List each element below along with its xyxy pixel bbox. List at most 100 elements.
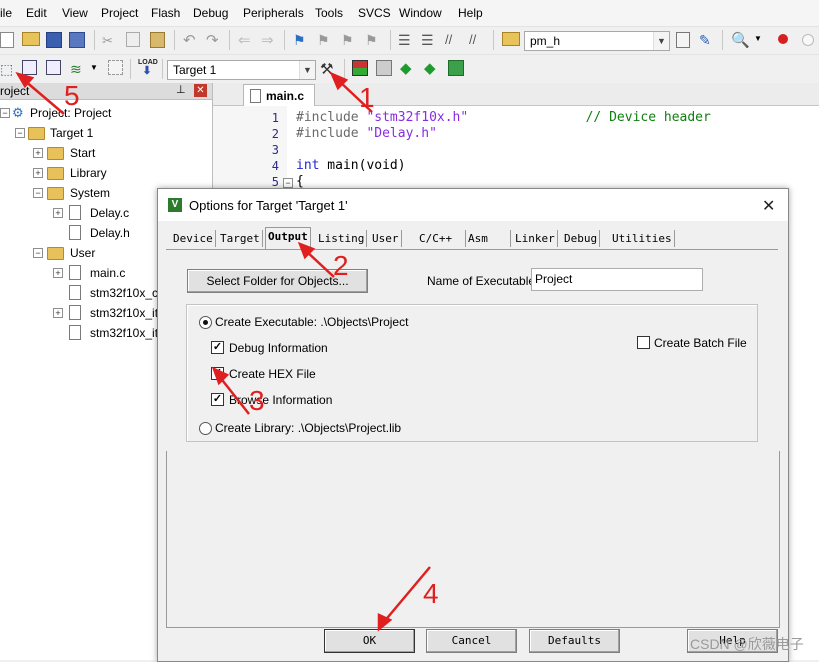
tree-file-delay-h[interactable]: Delay.h <box>90 226 130 240</box>
tab-c-cpp[interactable]: C/C++ <box>417 230 466 247</box>
new-file-icon[interactable] <box>0 32 14 48</box>
tab-linker[interactable]: Linker <box>513 230 558 247</box>
tree-group-start[interactable]: Start <box>70 146 95 160</box>
rebuild-icon[interactable] <box>46 60 61 75</box>
manage-rte-icon[interactable]: ◆ <box>400 59 416 77</box>
cut-icon[interactable]: ✂ <box>102 33 118 49</box>
fold-icon[interactable]: − <box>283 178 293 188</box>
unindent-icon[interactable]: ☰ <box>421 32 437 48</box>
create-executable-radio[interactable] <box>199 316 212 329</box>
browse-info-checkbox[interactable]: ✓ <box>211 393 224 406</box>
tab-device[interactable]: Device <box>171 230 216 247</box>
pack-installer-icon[interactable]: ◆ <box>424 59 440 77</box>
collapse-icon[interactable]: − <box>15 128 25 138</box>
find-icon[interactable] <box>676 32 690 48</box>
code-line-4[interactable]: int main(void) <box>296 158 406 173</box>
download-load-icon[interactable]: LOAD ⬇ <box>138 58 158 78</box>
collapse-icon[interactable]: − <box>33 248 43 258</box>
close-icon[interactable]: ✕ <box>762 196 775 216</box>
prev-bookmark-icon[interactable]: ⚑ <box>317 32 333 48</box>
tab-target[interactable]: Target <box>218 230 263 247</box>
tab-user[interactable]: User <box>370 230 402 247</box>
disable-breakpoint-icon[interactable] <box>802 34 814 46</box>
code-line-5[interactable]: { <box>296 174 304 189</box>
build-icon[interactable] <box>22 60 37 75</box>
code-line-2[interactable]: #include "Delay.h" <box>296 126 437 141</box>
redo-icon[interactable]: ↷ <box>206 31 222 49</box>
translate-icon[interactable]: ⬚ <box>0 61 16 77</box>
menu-svcs[interactable]: SVCS <box>358 6 391 20</box>
tab-asm[interactable]: Asm <box>466 230 511 247</box>
nav-forward-icon[interactable]: ⇒ <box>261 31 277 49</box>
menu-flash[interactable]: Flash <box>151 6 180 20</box>
chevron-down-icon[interactable]: ▼ <box>299 61 315 79</box>
create-batch-checkbox[interactable] <box>637 336 650 349</box>
breakpoint-icon[interactable] <box>778 34 788 44</box>
incremental-find-icon[interactable]: ✎ <box>699 32 715 48</box>
menu-view[interactable]: View <box>62 6 88 20</box>
menu-help[interactable]: Help <box>458 6 483 20</box>
tree-group-user[interactable]: User <box>70 246 95 260</box>
menu-tools[interactable]: Tools <box>315 6 343 20</box>
chevron-down-icon[interactable]: ▼ <box>653 32 669 50</box>
menu-file[interactable]: ile <box>0 6 12 20</box>
tree-group-library[interactable]: Library <box>70 166 107 180</box>
cancel-button[interactable]: Cancel <box>426 629 517 653</box>
name-exec-input[interactable]: Project <box>531 268 703 291</box>
open-folder-icon[interactable] <box>22 32 40 46</box>
pin-icon[interactable]: ⊥ <box>176 83 186 96</box>
tab-utilities[interactable]: Utilities <box>610 230 675 247</box>
clear-bookmarks-icon[interactable]: ⚑ <box>365 32 381 48</box>
bookmark-icon[interactable]: ⚑ <box>293 32 309 48</box>
undo-icon[interactable]: ↶ <box>183 31 199 49</box>
defaults-button[interactable]: Defaults <box>529 629 620 653</box>
menu-peripherals[interactable]: Peripherals <box>243 6 304 20</box>
tab-debug[interactable]: Debug <box>562 230 601 247</box>
uncomment-icon[interactable]: // <box>469 32 485 48</box>
rte-config-icon[interactable] <box>448 60 464 76</box>
tab-listing[interactable]: Listing <box>316 230 368 247</box>
select-packs-icon[interactable] <box>376 60 392 76</box>
expand-icon[interactable]: + <box>33 168 43 178</box>
tree-file-main-c[interactable]: main.c <box>90 266 125 280</box>
menu-window[interactable]: Window <box>399 6 442 20</box>
next-bookmark-icon[interactable]: ⚑ <box>341 32 357 48</box>
copy-icon[interactable] <box>126 32 140 47</box>
create-hex-checkbox[interactable]: ✓ <box>211 367 224 380</box>
target-combo[interactable]: Target 1 ▼ <box>167 60 316 80</box>
stop-build-icon[interactable] <box>108 60 123 75</box>
expand-icon[interactable]: + <box>53 268 63 278</box>
indent-icon[interactable]: ☰ <box>398 32 414 48</box>
menu-project[interactable]: Project <box>101 6 138 20</box>
collapse-icon[interactable]: − <box>0 108 10 118</box>
find-in-files-icon[interactable] <box>502 32 520 46</box>
create-library-radio[interactable] <box>199 422 212 435</box>
find-combo[interactable]: pm_h ▼ <box>524 31 670 51</box>
expand-icon[interactable]: + <box>53 208 63 218</box>
tree-file-stm32-it-h[interactable]: stm32f10x_it. <box>90 326 161 340</box>
tree-file-stm32-it-c[interactable]: stm32f10x_it. <box>90 306 161 320</box>
menu-debug[interactable]: Debug <box>193 6 228 20</box>
batch-build-icon[interactable]: ≋ <box>70 61 86 77</box>
expand-icon[interactable]: + <box>33 148 43 158</box>
collapse-icon[interactable]: − <box>33 188 43 198</box>
tab-output[interactable]: Output <box>265 227 311 249</box>
paste-icon[interactable] <box>150 32 165 48</box>
options-for-target-icon[interactable]: ⚒ <box>320 60 336 78</box>
debug-info-checkbox[interactable]: ✓ <box>211 341 224 354</box>
tree-file-stm32-conf[interactable]: stm32f10x_co <box>90 286 165 300</box>
expand-icon[interactable]: + <box>53 308 63 318</box>
menu-edit[interactable]: Edit <box>26 6 47 20</box>
dropdown-arrow-icon[interactable]: ▼ <box>754 34 770 50</box>
manage-project-items-icon[interactable] <box>352 60 368 76</box>
ok-button[interactable]: OK <box>324 629 415 653</box>
nav-back-icon[interactable]: ⇐ <box>238 31 254 49</box>
dropdown-arrow-icon[interactable]: ▼ <box>90 63 106 79</box>
tab-main-c[interactable]: main.c <box>243 84 315 106</box>
close-icon[interactable]: ✕ <box>194 84 207 97</box>
save-icon[interactable] <box>46 32 62 48</box>
save-all-icon[interactable] <box>69 32 85 48</box>
tree-group-system[interactable]: System <box>70 186 110 200</box>
tree-target[interactable]: Target 1 <box>50 126 93 140</box>
debug-session-icon[interactable]: 🔍 <box>731 31 750 49</box>
